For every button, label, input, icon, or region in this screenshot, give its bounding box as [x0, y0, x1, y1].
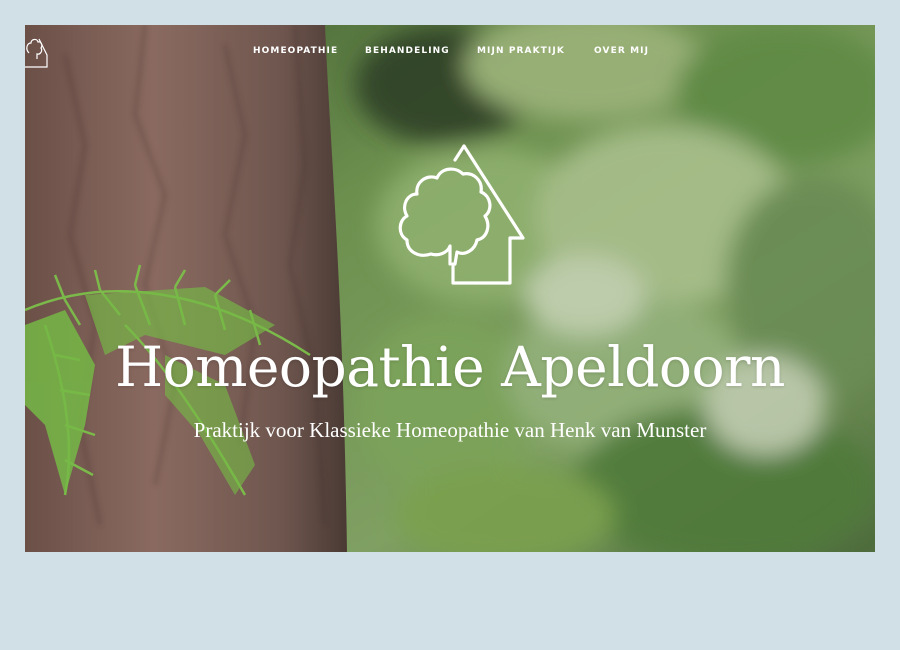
- nav-item-behandeling[interactable]: BEHANDELING: [365, 46, 450, 56]
- page: HOMEOPATHIE BEHANDELING MIJN PRAKTIJK OV…: [0, 0, 900, 650]
- page-title: Homeopathie Apeldoorn: [115, 335, 785, 399]
- hero-background-image: [25, 25, 875, 552]
- nav-item-homeopathie[interactable]: HOMEOPATHIE: [253, 46, 338, 56]
- hero-section: HOMEOPATHIE BEHANDELING MIJN PRAKTIJK OV…: [25, 25, 875, 552]
- nav-item-over-mij[interactable]: OVER MIJ: [594, 46, 649, 56]
- main-navigation: HOMEOPATHIE BEHANDELING MIJN PRAKTIJK OV…: [25, 46, 875, 60]
- tree-house-icon: [398, 144, 525, 285]
- nav-item-mijn-praktijk[interactable]: MIJN PRAKTIJK: [477, 46, 565, 56]
- page-subtitle: Praktijk voor Klassieke Homeopathie van …: [193, 418, 707, 442]
